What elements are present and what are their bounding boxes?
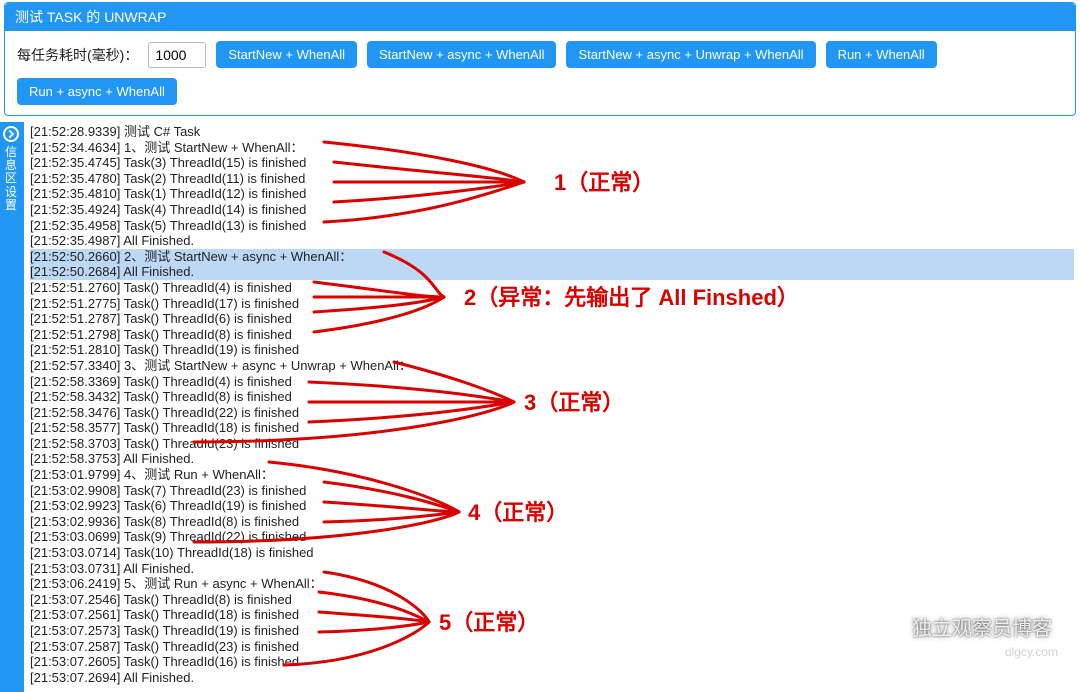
log-line[interactable]: [21:52:58.3703] Task() ThreadId(23) is f… <box>30 436 1074 452</box>
log-line[interactable]: [21:52:51.2810] Task() ThreadId(19) is f… <box>30 342 1074 358</box>
log-line[interactable]: [21:52:50.2660] 2、测试 StartNew + async + … <box>30 249 1074 265</box>
log-line[interactable]: [21:52:51.2760] Task() ThreadId(4) is fi… <box>30 280 1074 296</box>
btn-run-whenall[interactable]: Run + WhenAll <box>826 41 937 68</box>
log-line[interactable]: [21:52:58.3753] All Finished. <box>30 451 1074 467</box>
btn-run-async-whenall[interactable]: Run + async + WhenAll <box>17 78 177 105</box>
btn-startnew-async-whenall[interactable]: StartNew + async + WhenAll <box>367 41 556 68</box>
log-line[interactable]: [21:53:07.2561] Task() ThreadId(18) is f… <box>30 607 1074 623</box>
log-line[interactable]: [21:52:35.4987] All Finished. <box>30 233 1074 249</box>
log-line[interactable]: [21:53:01.9799] 4、测试 Run + WhenAll： <box>30 467 1074 483</box>
log-line[interactable]: [21:53:02.9908] Task(7) ThreadId(23) is … <box>30 483 1074 499</box>
log-line[interactable]: [21:53:06.2419] 5、测试 Run + async + WhenA… <box>30 576 1074 592</box>
log-line[interactable]: [21:52:51.2798] Task() ThreadId(8) is fi… <box>30 327 1074 343</box>
log-line[interactable]: [21:52:58.3476] Task() ThreadId(22) is f… <box>30 405 1074 421</box>
log-line[interactable]: [21:52:51.2775] Task() ThreadId(17) is f… <box>30 296 1074 312</box>
log-line[interactable]: [21:53:02.9923] Task(6) ThreadId(19) is … <box>30 498 1074 514</box>
log-line[interactable]: [21:52:50.2684] All Finished. <box>30 264 1074 280</box>
btn-startnew-whenall[interactable]: StartNew + WhenAll <box>216 41 357 68</box>
log-line[interactable]: [21:53:02.9936] Task(8) ThreadId(8) is f… <box>30 514 1074 530</box>
log-output[interactable]: 1（正常） 2（异常：先输出了 All Finshed） 3（正常） 4（正常）… <box>22 122 1080 692</box>
log-line[interactable]: [21:53:07.2605] Task() ThreadId(16) is f… <box>30 654 1074 670</box>
panel-title: 测试 TASK 的 UNWRAP <box>5 3 1075 31</box>
log-line[interactable]: [21:52:58.3369] Task() ThreadId(4) is fi… <box>30 374 1074 390</box>
log-line[interactable]: [21:53:03.0714] Task(10) ThreadId(18) is… <box>30 545 1074 561</box>
side-c4: 置 <box>5 199 17 212</box>
log-line[interactable]: [21:52:58.3432] Task() ThreadId(8) is fi… <box>30 389 1074 405</box>
log-line[interactable]: [21:53:03.0731] All Finished. <box>30 561 1074 577</box>
log-line[interactable]: [21:52:35.4780] Task(2) ThreadId(11) is … <box>30 171 1074 187</box>
main-area: 信 息 区 设 置 <box>0 122 1080 692</box>
log-line[interactable]: [21:52:58.3577] Task() ThreadId(18) is f… <box>30 420 1074 436</box>
log-line[interactable]: [21:53:07.2587] Task() ThreadId(23) is f… <box>30 639 1074 655</box>
log-line[interactable]: [21:52:35.4924] Task(4) ThreadId(14) is … <box>30 202 1074 218</box>
log-line[interactable]: [21:52:51.2787] Task() ThreadId(6) is fi… <box>30 311 1074 327</box>
log-line[interactable]: [21:52:28.9339] 测试 C# Task <box>30 124 1074 140</box>
btn-startnew-async-unwrap-whenall[interactable]: StartNew + async + Unwrap + WhenAll <box>566 41 815 68</box>
log-line[interactable]: [21:52:35.4745] Task(3) ThreadId(15) is … <box>30 155 1074 171</box>
side-c3: 设 <box>5 186 17 199</box>
log-line[interactable]: [21:53:03.0699] Task(9) ThreadId(22) is … <box>30 529 1074 545</box>
expand-icon[interactable] <box>3 126 19 142</box>
log-line[interactable]: [21:53:07.2546] Task() ThreadId(8) is fi… <box>30 592 1074 608</box>
panel-body: 每任务耗时(毫秒)： StartNew + WhenAll StartNew +… <box>5 31 1075 115</box>
delay-input[interactable] <box>148 42 206 68</box>
side-c2: 区 <box>5 172 17 185</box>
side-tab[interactable]: 信 息 区 设 置 <box>0 122 22 692</box>
log-line[interactable]: [21:52:57.3340] 3、测试 StartNew + async + … <box>30 358 1074 374</box>
log-line[interactable]: [21:53:07.2573] Task() ThreadId(19) is f… <box>30 623 1074 639</box>
log-line[interactable]: [21:53:07.2694] All Finished. <box>30 670 1074 686</box>
log-line[interactable]: [21:52:35.4810] Task(1) ThreadId(12) is … <box>30 186 1074 202</box>
control-panel: 测试 TASK 的 UNWRAP 每任务耗时(毫秒)： StartNew + W… <box>4 2 1076 116</box>
side-tab-label: 信 息 区 设 置 <box>5 146 17 212</box>
delay-label: 每任务耗时(毫秒)： <box>17 45 138 65</box>
log-line[interactable]: [21:52:34.4634] 1、测试 StartNew + WhenAll： <box>30 140 1074 156</box>
log-line[interactable]: [21:52:35.4958] Task(5) ThreadId(13) is … <box>30 218 1074 234</box>
